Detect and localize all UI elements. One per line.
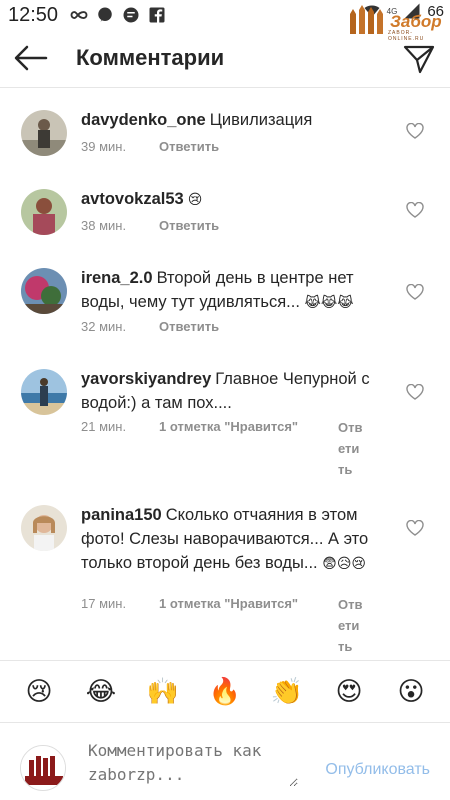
reply-button[interactable]: Ответить	[159, 218, 219, 233]
likes-count[interactable]: 1 отметка "Нравится"	[159, 596, 298, 611]
comment-text: davydenko_one Цивилизация	[81, 108, 393, 132]
chat-icon	[123, 7, 139, 23]
infinity-icon	[70, 11, 88, 19]
like-heart-icon[interactable]	[406, 384, 424, 400]
comment-text: yavorskiyandrey Главное Чепурной с водой:…	[81, 367, 393, 415]
reply-button[interactable]: Ответить	[338, 594, 364, 657]
comment-emoji: 😢	[187, 192, 203, 208]
raising-hands-emoji-button[interactable]: 🙌	[143, 677, 183, 707]
comment-username[interactable]: davydenko_one	[81, 111, 206, 129]
comment-meta: 21 мин. 1 отметка "Нравится"	[81, 419, 298, 434]
comment-time: 17 мин.	[81, 596, 127, 611]
tears-of-joy-emoji-button[interactable]: 😂	[81, 677, 121, 707]
heart-eyes-emoji-button[interactable]: 😍	[329, 677, 369, 707]
page-title: Комментарии	[76, 45, 225, 70]
reply-button[interactable]: Ответить	[338, 417, 364, 480]
comment-item: avtovokzal53 😢 38 мин. Ответить	[0, 187, 450, 257]
like-heart-icon[interactable]	[406, 123, 424, 139]
comment-body: Цивилизация	[209, 111, 313, 129]
publish-button[interactable]: Опубликовать	[325, 761, 430, 779]
like-heart-icon[interactable]	[406, 284, 424, 300]
comment-username[interactable]: irena_2.0	[81, 269, 153, 287]
comment-input-bar: Опубликовать	[0, 722, 450, 800]
comment-item: davydenko_one Цивилизация 39 мин. Ответить	[0, 108, 450, 178]
comment-input[interactable]	[88, 739, 298, 787]
comment-item: yavorskiyandrey Главное Чепурной с водой:…	[0, 367, 450, 477]
comment-meta: 38 мин. Ответить	[81, 218, 219, 233]
comment-emoji: 😹😹😹	[304, 295, 354, 311]
avatar[interactable]	[21, 189, 67, 235]
message-icon	[98, 7, 112, 22]
direct-send-icon[interactable]	[402, 42, 436, 76]
comment-text: avtovokzal53 😢	[81, 187, 393, 212]
reply-button[interactable]: Ответить	[159, 139, 219, 154]
comment-time: 39 мин.	[81, 139, 127, 154]
watermark-text: Забор	[390, 12, 442, 31]
clapping-hands-emoji-button[interactable]: 👏	[267, 677, 307, 707]
comment-username[interactable]: avtovokzal53	[81, 190, 184, 208]
comment-meta: 39 мин. Ответить	[81, 139, 219, 154]
like-heart-icon[interactable]	[406, 202, 424, 218]
reply-button[interactable]: Ответить	[159, 319, 219, 334]
avatar[interactable]	[21, 268, 67, 314]
likes-count[interactable]: 1 отметка "Нравится"	[159, 419, 298, 434]
avatar[interactable]	[21, 110, 67, 156]
crying-face-emoji-button[interactable]: 😢	[19, 677, 59, 707]
like-heart-icon[interactable]	[406, 520, 424, 536]
status-bar: 12:50 4G 66 Забор ZABOR-ONLINE.RU	[0, 0, 450, 42]
status-time: 12:50	[8, 4, 59, 26]
comment-emoji: 😨😥😢	[322, 556, 367, 572]
fire-emoji-button[interactable]: 🔥	[205, 677, 245, 707]
comment-text: panina150 Сколько отчаяния в этом фото! С…	[81, 503, 393, 576]
avatar[interactable]	[21, 505, 67, 551]
comment-text: irena_2.0 Второй день в центре нет воды, …	[81, 266, 393, 315]
emoji-quick-bar: 😢 😂 🙌 🔥 👏 😍 😮	[0, 660, 450, 722]
facebook-icon	[149, 7, 165, 23]
comment-time: 38 мин.	[81, 218, 127, 233]
surprised-face-emoji-button[interactable]: 😮	[391, 677, 431, 707]
comment-meta: 32 мин. Ответить	[81, 319, 219, 334]
comment-time: 32 мин.	[81, 319, 127, 334]
header: Комментарии	[0, 30, 450, 88]
comment-item: irena_2.0 Второй день в центре нет воды, …	[0, 266, 450, 356]
back-arrow-icon[interactable]	[12, 42, 48, 74]
avatar[interactable]	[21, 369, 67, 415]
comment-meta: 17 мин. 1 отметка "Нравится"	[81, 596, 298, 611]
comment-username[interactable]: yavorskiyandrey	[81, 370, 211, 388]
comment-username[interactable]: panina150	[81, 506, 162, 524]
avatar	[20, 745, 66, 791]
comment-item: panina150 Сколько отчаяния в этом фото! С…	[0, 503, 450, 658]
comment-time: 21 мин.	[81, 419, 127, 434]
